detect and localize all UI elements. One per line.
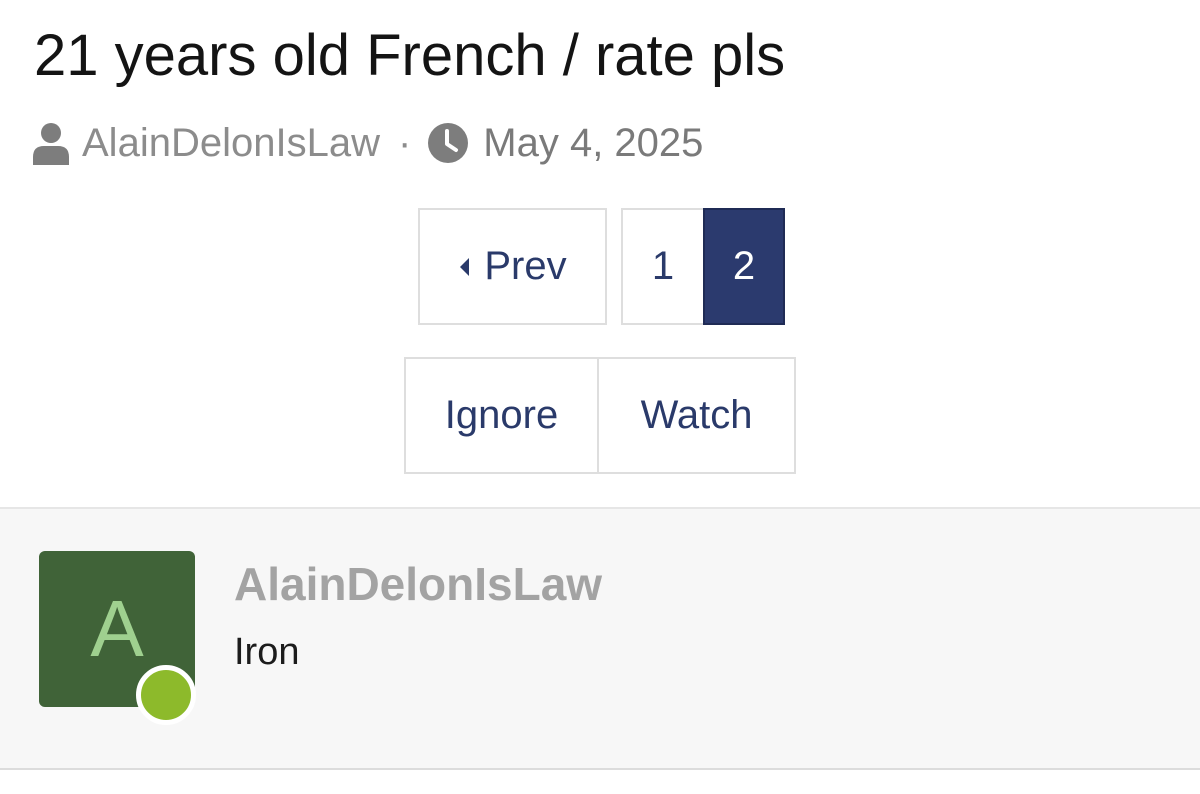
clock-icon [427,122,469,164]
thread-author-link[interactable]: AlainDelonIsLaw [82,121,380,166]
thread-meta: AlainDelonIsLaw · May 4, 2025 [32,118,703,168]
post-header: A AlainDelonIsLaw Iron [0,507,1200,770]
page-1-button[interactable]: 1 [621,208,703,325]
prev-page-button[interactable]: Prev [418,208,607,325]
thread-date-link[interactable]: May 4, 2025 [483,121,703,166]
ignore-button[interactable]: Ignore [404,357,599,474]
user-icon [32,121,70,165]
pagination: Prev 1 2 [418,208,785,325]
post-username[interactable]: AlainDelonIsLaw [234,557,602,611]
prev-page-label: Prev [484,244,567,288]
meta-separator: · [397,120,412,165]
avatar-letter: A [90,584,144,673]
watch-button[interactable]: Watch [599,357,796,474]
thread-page: 21 years old French / rate pls AlainDelo… [0,0,1200,794]
page-2-button-current[interactable]: 2 [703,208,785,325]
user-title: Iron [234,631,300,673]
online-status-indicator [136,665,196,725]
caret-left-icon [458,257,470,277]
thread-actions: Ignore Watch [404,357,796,474]
thread-title: 21 years old French / rate pls [34,23,786,88]
